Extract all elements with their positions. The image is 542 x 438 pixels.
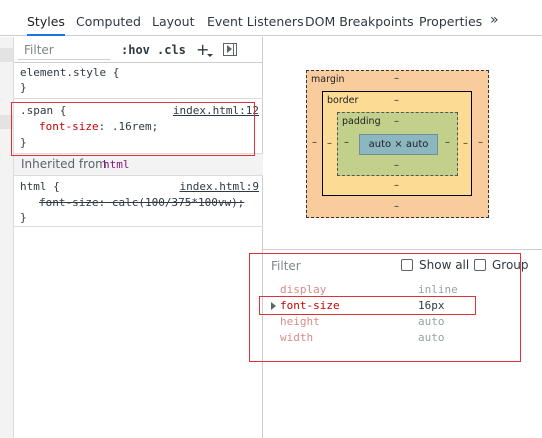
tab-layout[interactable]: Layout [152,14,195,36]
border-top-value[interactable]: – [394,95,399,106]
source-link[interactable]: index.html:9 [180,180,259,193]
rule-element-style: element.style { } [14,63,263,99]
styles-filter-bar: :hov .cls + [14,37,263,63]
box-model-margin[interactable]: margin – – – – border – – – – padding – … [306,70,489,218]
padding-label: padding [342,116,381,127]
gutter-marker [0,48,13,62]
more-tabs-chevron-icon[interactable]: » [490,12,499,34]
styles-filter-input[interactable] [18,40,110,60]
inherited-element-link[interactable]: html [103,158,130,171]
annotation-highlight-font-size [259,296,476,315]
box-model-content[interactable]: auto × auto [359,134,438,155]
new-rule-dropdown-arrow-icon[interactable] [207,54,213,57]
box-model-area: margin – – – – border – – – – padding – … [263,37,542,250]
class-toggle[interactable]: .cls [157,43,186,57]
margin-top-value[interactable]: – [394,73,399,84]
computed-sidebar: margin – – – – border – – – – padding – … [263,37,542,438]
rule-close-brace: } [20,211,27,224]
styles-pane: :hov .cls + element.style { } .span { in… [14,37,263,438]
annotation-highlight-span-rule [11,102,255,156]
hover-state-toggle[interactable]: :hov [121,43,150,57]
border-left-value[interactable]: – [327,138,332,149]
padding-top-value[interactable]: – [394,116,399,127]
property-name[interactable]: font-size [39,196,99,209]
margin-bottom-value[interactable]: – [394,201,399,212]
padding-right-value[interactable]: – [445,137,450,148]
rule-selector[interactable]: element.style { [20,66,119,79]
tab-event-listeners[interactable]: Event Listeners [207,14,304,36]
rule-close-brace: } [20,81,27,94]
inherited-from-header: Inherited from html [14,154,263,176]
box-model-padding[interactable]: padding – – – – auto × auto [337,112,458,176]
padding-bottom-value[interactable]: – [394,160,399,171]
tab-styles[interactable]: Styles [27,14,65,36]
tab-dom-breakpoints[interactable]: DOM Breakpoints [305,14,414,36]
left-gutter [0,37,14,438]
inherited-label: Inherited from [21,157,107,171]
margin-right-value[interactable]: – [478,137,483,148]
border-right-value[interactable]: – [463,138,468,149]
devtools-subtab-bar: Styles Computed Layout Event Listeners D… [0,0,542,36]
tab-computed[interactable]: Computed [76,14,141,36]
toggle-sidebar-icon[interactable] [223,43,237,56]
box-model-border[interactable]: border – – – – padding – – – – auto × au… [322,91,472,196]
border-bottom-value[interactable]: – [394,180,399,191]
padding-left-value[interactable]: – [344,137,349,148]
margin-label: margin [311,74,345,85]
overridden-declaration[interactable]: font-size: calc(100/375*100vw); [39,196,244,209]
rule-html: html { index.html:9 font-size: calc(100/… [14,177,263,227]
border-label: border [327,95,359,106]
margin-left-value[interactable]: – [312,137,317,148]
tab-properties[interactable]: Properties [419,14,482,36]
rule-selector[interactable]: html { [20,180,60,193]
property-value[interactable]: calc(100/375*100vw); [105,196,244,209]
